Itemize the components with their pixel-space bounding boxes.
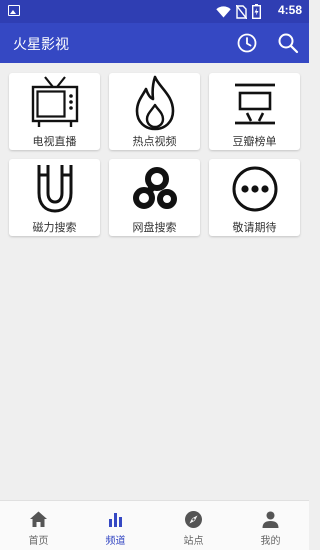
channel-label: 电视直播 (32, 135, 77, 148)
image-notification-icon (8, 5, 20, 16)
bottom-nav: 首页 频道 站点 我的 (0, 500, 309, 550)
person-icon (262, 511, 279, 528)
home-icon (30, 511, 47, 527)
compass-icon (185, 511, 202, 528)
app-title: 火星影视 (13, 37, 69, 53)
channel-card-coming-soon[interactable]: 敬请期待 (209, 159, 300, 236)
nav-item-mine[interactable]: 我的 (232, 501, 309, 550)
more-icon (232, 166, 278, 212)
status-bar: 4:58 (0, 0, 309, 23)
nav-label: 我的 (260, 536, 281, 547)
channel-label: 磁力搜索 (32, 221, 77, 234)
cloud-drive-icon (133, 167, 177, 209)
douban-icon (235, 83, 275, 125)
tv-icon (31, 76, 79, 127)
no-sim-icon (236, 4, 247, 19)
app-bar: 火星影视 (0, 23, 309, 63)
channel-card-tv-live[interactable]: 电视直播 (9, 73, 100, 150)
search-icon[interactable] (277, 32, 299, 54)
magnet-icon (37, 165, 73, 213)
nav-item-sites[interactable]: 站点 (155, 501, 232, 550)
channel-card-hot-video[interactable]: 热点视频 (109, 73, 200, 150)
channel-label: 豆瓣榜单 (232, 135, 277, 148)
channel-label: 热点视频 (132, 135, 177, 148)
bar-chart-icon (109, 513, 122, 527)
channel-card-magnet[interactable]: 磁力搜索 (9, 159, 100, 236)
wifi-icon (216, 5, 231, 17)
channel-card-douban[interactable]: 豆瓣榜单 (209, 73, 300, 150)
battery-icon (252, 4, 261, 19)
nav-label: 频道 (105, 536, 126, 547)
nav-label: 首页 (28, 536, 49, 547)
flame-icon (135, 75, 175, 131)
nav-item-channels[interactable]: 频道 (77, 501, 154, 550)
nav-label: 站点 (183, 536, 204, 547)
nav-item-home[interactable]: 首页 (0, 501, 77, 550)
channel-label: 敬请期待 (232, 221, 277, 234)
status-time: 4:58 (277, 3, 302, 17)
history-icon[interactable] (236, 32, 258, 54)
channel-card-cloud-drive[interactable]: 网盘搜索 (109, 159, 200, 236)
channel-label: 网盘搜索 (132, 221, 177, 234)
